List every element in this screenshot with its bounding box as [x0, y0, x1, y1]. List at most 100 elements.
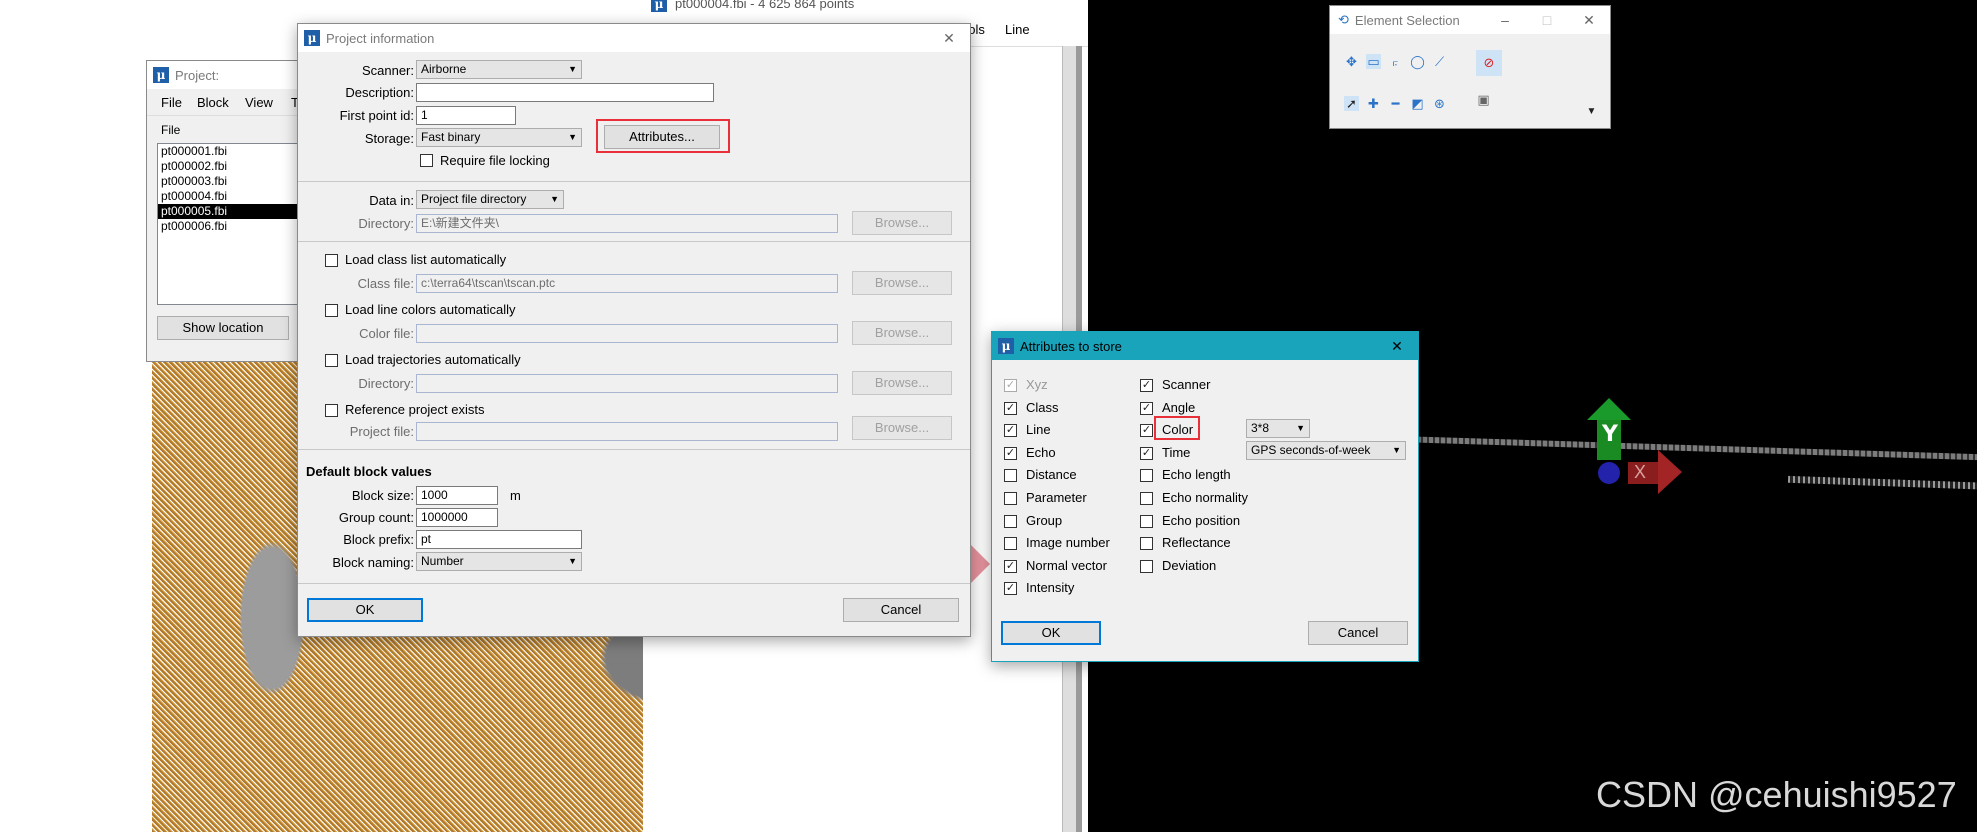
attribute-checkbox-normal-vector[interactable]: ✓	[1004, 559, 1017, 573]
time-format-select[interactable]: GPS seconds-of-week ▼	[1246, 441, 1406, 460]
block-section-heading: Default block values	[306, 464, 432, 479]
reference-project-checkbox[interactable]	[325, 404, 338, 417]
first-point-input[interactable]: 1	[416, 106, 516, 125]
project-info-titlebar[interactable]: μ Project information ✕	[298, 24, 970, 52]
menu-view[interactable]: View	[245, 95, 273, 110]
load-trajectories-checkbox[interactable]	[325, 354, 338, 367]
block-size-input[interactable]: 1000	[416, 486, 498, 505]
attribute-checkbox-image-number[interactable]	[1004, 537, 1017, 551]
attributes-titlebar[interactable]: μ Attributes to store ✕	[992, 332, 1418, 360]
file-list-item[interactable]: pt000004.fbi	[158, 189, 308, 204]
block-naming-select[interactable]: Number ▼	[416, 552, 582, 571]
attribute-label: Line	[1026, 422, 1051, 438]
trajectory-browse-button[interactable]: Browse...	[852, 371, 952, 395]
all-icon[interactable]: ⊛	[1432, 96, 1447, 111]
attribute-checkbox-echo-position[interactable]	[1140, 514, 1153, 528]
attribute-checkbox-color[interactable]: ✓	[1140, 424, 1153, 438]
attribute-checkbox-echo-length[interactable]	[1140, 469, 1153, 483]
minimize-icon[interactable]: –	[1484, 6, 1526, 34]
menu-line[interactable]: Line	[1005, 22, 1030, 37]
file-list-item[interactable]: pt000002.fbi	[158, 159, 308, 174]
close-icon[interactable]: ✕	[1376, 332, 1418, 360]
storage-label: Storage:	[364, 131, 414, 146]
load-colors-checkbox[interactable]	[325, 304, 338, 317]
maximize-icon[interactable]: □	[1526, 6, 1568, 34]
add-icon[interactable]: ✚	[1366, 96, 1381, 111]
attribute-checkbox-parameter[interactable]	[1004, 492, 1017, 505]
storage-select[interactable]: Fast binary ▼	[416, 128, 582, 147]
attribute-checkbox-class[interactable]: ✓	[1004, 401, 1017, 415]
data-in-select[interactable]: Project file directory ▼	[416, 190, 564, 209]
color-file-browse-button[interactable]: Browse...	[852, 321, 952, 345]
attribute-checkbox-distance[interactable]	[1004, 469, 1017, 483]
attribute-checkbox-group[interactable]	[1004, 514, 1017, 528]
attribute-checkbox-time[interactable]: ✓	[1140, 446, 1153, 460]
description-input[interactable]	[416, 83, 714, 102]
attribute-checkbox-xyz[interactable]: ✓	[1004, 379, 1017, 392]
project-file-input[interactable]	[416, 422, 838, 441]
close-icon[interactable]: ✕	[1568, 6, 1610, 34]
close-icon[interactable]: ✕	[928, 24, 970, 52]
load-class-checkbox[interactable]	[325, 254, 338, 267]
attributes-cancel-button[interactable]: Cancel	[1308, 621, 1408, 645]
scanner-select[interactable]: Airborne ▼	[416, 60, 582, 79]
file-list-item[interactable]: pt000006.fbi	[158, 219, 308, 234]
attribute-label: Reflectance	[1162, 535, 1231, 551]
attributes-ok-button[interactable]: OK	[1001, 621, 1101, 645]
project-file-browse-button[interactable]: Browse...	[852, 416, 952, 440]
select-cursor-icon[interactable]: ▣	[1476, 92, 1491, 107]
ok-button[interactable]: OK	[307, 598, 423, 622]
attribute-checkbox-scanner[interactable]: ✓	[1140, 379, 1153, 392]
chevron-down-icon: ▼	[568, 64, 577, 74]
project-titlebar[interactable]: μ Project:	[147, 61, 307, 89]
attribute-checkbox-reflectance[interactable]	[1140, 537, 1153, 551]
color-format-select[interactable]: 3*8 ▼	[1246, 419, 1310, 438]
menu-file[interactable]: File	[161, 95, 182, 110]
show-location-button[interactable]: Show location	[157, 316, 289, 340]
cancel-button[interactable]: Cancel	[843, 598, 959, 622]
require-locking-checkbox[interactable]	[420, 154, 433, 167]
attribute-checkbox-deviation[interactable]	[1140, 559, 1153, 573]
block-size-label: Block size:	[351, 488, 414, 503]
menu-block[interactable]: Block	[197, 95, 229, 110]
attribute-label: Angle	[1162, 399, 1196, 415]
color-file-input[interactable]	[416, 324, 838, 343]
file-list[interactable]: pt000001.fbi pt000002.fbi pt000003.fbi pt00…	[157, 143, 309, 305]
attribute-checkbox-intensity[interactable]: ✓	[1004, 582, 1017, 596]
rectangle-select-icon[interactable]: ▭	[1366, 54, 1381, 69]
directory-input[interactable]: E:\新建文件夹\	[416, 214, 838, 233]
subtract-icon[interactable]: ━	[1388, 96, 1403, 111]
class-file-browse-button[interactable]: Browse...	[852, 271, 952, 295]
attribute-label: Image number	[1026, 535, 1110, 551]
attribute-checkbox-line[interactable]: ✓	[1004, 424, 1017, 438]
polygon-select-icon[interactable]: ⟔	[1388, 54, 1403, 69]
clear-selection-icon[interactable]: ⊘	[1476, 50, 1502, 76]
trajectory-dir-input[interactable]	[416, 374, 838, 393]
move-icon[interactable]: ✥	[1344, 54, 1359, 69]
description-label: Description:	[345, 85, 414, 100]
group-count-input[interactable]: 1000000	[416, 508, 498, 527]
pointer-icon[interactable]: ➚	[1344, 96, 1359, 111]
attribute-checkbox-angle[interactable]: ✓	[1140, 401, 1153, 415]
app-logo-icon: μ	[998, 338, 1014, 354]
block-prefix-input[interactable]: pt	[416, 530, 582, 549]
class-file-input[interactable]: c:\terra64\tscan\tscan.ptc	[416, 274, 838, 293]
file-list-item[interactable]: pt000005.fbi	[158, 204, 308, 219]
axis-x-label: X	[1634, 462, 1647, 482]
first-point-label: First point id:	[339, 108, 414, 123]
attribute-checkbox-echo-normality[interactable]	[1140, 492, 1153, 505]
chevron-down-icon[interactable]: ▼	[1584, 104, 1599, 119]
directory-browse-button[interactable]: Browse...	[852, 211, 952, 235]
element-selection-titlebar[interactable]: ⟲ Element Selection – □ ✕	[1330, 6, 1610, 34]
axis-x-arrow	[1658, 450, 1682, 494]
attribute-checkbox-echo[interactable]: ✓	[1004, 446, 1017, 460]
file-list-item[interactable]: pt000003.fbi	[158, 174, 308, 189]
callout-arrow-icon	[968, 542, 990, 586]
circle-select-icon[interactable]: ◯	[1410, 54, 1425, 69]
selection-tool-icon: ⟲	[1338, 12, 1349, 27]
invert-icon[interactable]: ◩	[1410, 96, 1425, 111]
line-select-icon[interactable]: ⟋	[1432, 54, 1447, 69]
app-logo-icon: μ	[153, 67, 169, 83]
reference-project-label: Reference project exists	[345, 402, 485, 417]
file-list-item[interactable]: pt000001.fbi	[158, 144, 308, 159]
